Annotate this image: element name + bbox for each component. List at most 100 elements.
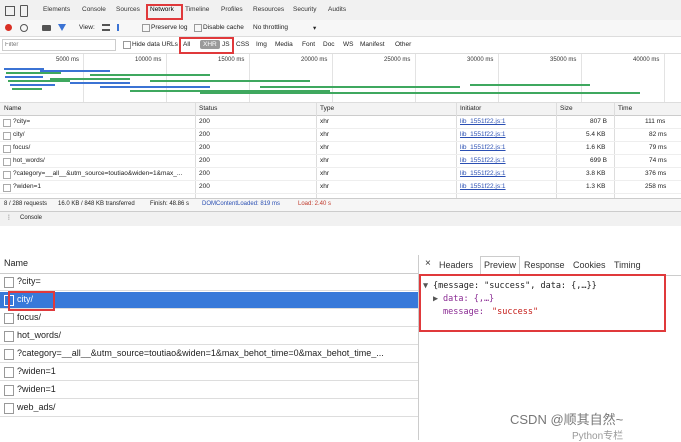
json-data-node[interactable]: data: {,…} [443,294,494,304]
tab-audits[interactable]: Audits [328,6,346,13]
filter-type-xhr[interactable]: XHR [200,40,220,49]
hide-data-urls-checkbox[interactable] [123,41,131,49]
file-icon [4,277,14,288]
network-panel-top: Elements Console Sources Network Timelin… [0,0,681,226]
row-size: 807 B [590,118,607,125]
row-type: xhr [320,144,330,151]
tab-console[interactable]: Console [82,6,106,13]
record-icon[interactable] [5,24,12,31]
request-name: city/ [17,294,34,304]
request-name: ?category=__all__&utm_source=toutiao&wid… [17,348,384,358]
filter-type-manifest[interactable]: Manifest [360,41,385,48]
expand-triangle-icon[interactable]: ▼ [423,281,428,291]
throttling-select[interactable]: No throttling [253,24,288,31]
column-initiator[interactable]: Initiator [460,105,481,112]
file-icon [4,349,14,360]
row-status: 200 [199,157,210,164]
row-status: 200 [199,170,210,177]
table-row[interactable]: ?widen=1 200 xhr lib_1551f22.js:1 1.3 KB… [0,181,681,194]
row-size: 699 B [590,157,607,164]
clear-icon[interactable] [20,24,28,32]
row-initiator-link[interactable]: lib_1551f22.js:1 [460,170,506,177]
table-row[interactable]: hot_words/ 200 xhr lib_1551f22.js:1 699 … [0,155,681,168]
tab-profiles[interactable]: Profiles [221,6,243,13]
row-initiator-link[interactable]: lib_1551f22.js:1 [460,183,506,190]
table-row[interactable]: focus/ 200 xhr lib_1551f22.js:1 1.6 KB 7… [0,142,681,155]
column-type[interactable]: Type [320,105,334,112]
preserve-log-checkbox[interactable] [142,24,150,32]
filter-funnel-icon[interactable] [58,24,66,31]
tab-headers[interactable]: Headers [439,260,473,270]
table-row[interactable]: city/ 200 xhr lib_1551f22.js:1 5.4 KB 82… [0,129,681,142]
tab-timing[interactable]: Timing [614,260,641,270]
row-size: 1.6 KB [586,144,606,151]
drawer-tab-console[interactable]: Console [20,215,42,221]
network-toolbar: View: Preserve log Disable cache No thro… [0,20,681,37]
tab-cookies[interactable]: Cookies [573,260,606,270]
table-row[interactable]: ?city= 200 xhr lib_1551f22.js:1 807 B 11… [0,116,681,129]
filter-input[interactable] [2,39,116,51]
timeline-waterfall-bars [4,68,640,94]
column-status[interactable]: Status [199,105,217,112]
row-name: ?category=__all__&utm_source=toutiao&wid… [13,170,183,177]
filter-type-img[interactable]: Img [256,41,267,48]
list-item[interactable]: focus/ [0,310,418,327]
transfer-size: 16.0 KB / 848 KB transferred [58,201,135,207]
json-root[interactable]: {message: "success", data: {,…}} [433,281,597,291]
waterfall-view-icon[interactable] [117,24,127,31]
column-size[interactable]: Size [560,105,573,112]
timeline-overview[interactable]: 5000 ms 10000 ms 15000 ms 20000 ms 25000… [0,54,681,103]
row-status: 200 [199,144,210,151]
filter-type-ws[interactable]: WS [343,41,353,48]
list-item[interactable]: ?category=__all__&utm_source=toutiao&wid… [0,346,418,363]
row-initiator-link[interactable]: lib_1551f22.js:1 [460,131,506,138]
list-item[interactable]: ?widen=1 [0,364,418,381]
row-initiator-link[interactable]: lib_1551f22.js:1 [460,157,506,164]
list-item[interactable]: hot_words/ [0,328,418,345]
tab-network[interactable]: Network [150,6,174,13]
camera-icon[interactable] [42,25,51,31]
row-initiator-link[interactable]: lib_1551f22.js:1 [460,118,506,125]
request-name: web_ads/ [17,402,56,412]
filter-type-media[interactable]: Media [275,41,293,48]
tab-response[interactable]: Response [524,260,565,270]
tab-preview[interactable]: Preview [480,256,521,275]
device-icon[interactable] [20,5,28,17]
list-item[interactable]: ?widen=1 [0,382,418,399]
row-status: 200 [199,118,210,125]
filter-type-other[interactable]: Other [395,41,411,48]
tab-sources[interactable]: Sources [116,6,140,13]
filter-type-doc[interactable]: Doc [323,41,335,48]
column-name[interactable]: Name [4,258,28,268]
tab-elements[interactable]: Elements [43,6,70,13]
panel-divider[interactable] [418,255,419,440]
view-label: View: [79,24,95,31]
filter-type-css[interactable]: CSS [236,41,249,48]
request-count: 8 / 288 requests [4,201,48,207]
filter-type-js[interactable]: JS [222,41,230,48]
list-item[interactable]: ?city= [0,274,418,291]
list-item-selected[interactable]: city/ [0,292,418,309]
column-name[interactable]: Name [4,105,21,112]
drawer-menu-icon[interactable]: ⋮ [6,214,12,221]
tab-security[interactable]: Security [293,6,316,13]
row-initiator-link[interactable]: lib_1551f22.js:1 [460,144,506,151]
filter-type-font[interactable]: Font [302,41,315,48]
collapse-triangle-icon[interactable]: ▶ [433,294,438,304]
table-row[interactable]: ?category=__all__&utm_source=toutiao&wid… [0,168,681,181]
inspect-icon[interactable] [5,6,15,16]
file-icon [3,171,11,179]
load-time: Load: 2.40 s [298,201,332,207]
close-icon[interactable]: × [425,258,431,269]
list-item[interactable]: web_ads/ [0,400,418,417]
tab-resources[interactable]: Resources [253,6,284,13]
file-icon [3,119,11,127]
tab-timeline[interactable]: Timeline [185,6,209,13]
list-view-icon[interactable] [102,24,110,31]
column-time[interactable]: Time [618,105,632,112]
row-time: 258 ms [645,183,667,190]
json-message-value: "success" [492,307,539,317]
filter-type-all[interactable]: All [183,41,190,48]
disable-cache-checkbox[interactable] [194,24,202,32]
filter-bar: Hide data URLs All XHR JS CSS Img Media … [0,37,681,54]
